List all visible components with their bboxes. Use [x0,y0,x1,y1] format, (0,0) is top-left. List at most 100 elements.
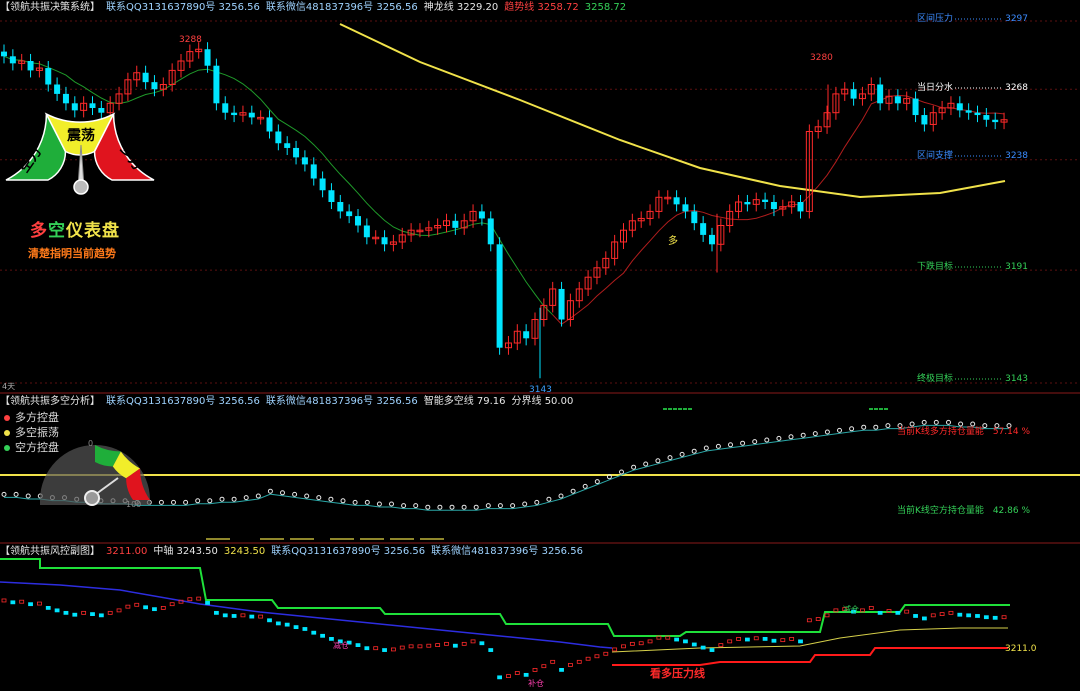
mini-candle [700,645,706,650]
mini-candle [559,668,564,672]
mini-candle [399,645,405,650]
mini-candle [125,604,131,609]
signal-mark [688,408,692,410]
smart-dot [667,455,673,461]
candle-body [248,112,255,118]
candle-body [974,112,981,116]
signal-mark [673,408,677,410]
mini-candle [187,597,193,602]
candle-body [310,164,317,179]
mini-candle [594,654,600,659]
header-item: 智能多空线 79.16 [423,396,506,407]
gauge-title: 多空仪表盘 [30,216,120,241]
smart-dot [328,496,334,502]
candle-body [523,331,530,339]
mini-candle [320,633,326,638]
mini-candle [497,675,503,680]
candle-body [301,157,308,165]
smart-dot [292,491,298,497]
mini-candle [762,637,768,641]
mini-candle [63,610,69,615]
mini-candle [205,601,210,605]
mini-candle [718,643,724,647]
mini-candle [506,674,511,678]
mini-candle [709,648,715,652]
smart-dot [946,419,951,425]
mini-candle [196,596,202,601]
mini-candle [532,668,538,672]
smart-dot [413,503,419,509]
panel3-header: 【领航共振风控副图】 3211.00 中轴 3243.50 3243.50 联系QQ31… [0,545,589,558]
smart-dot [389,501,394,507]
smart-dot [497,503,503,509]
smart-dot [546,496,552,502]
smart-dot [461,504,467,510]
mini-candle [992,615,998,620]
gauge-subtitle: 清楚指明当前趋势 [28,247,116,260]
smart-dot [183,499,189,505]
header-item[interactable]: 【领航共振风控副图】 [0,546,100,557]
mini-candle [691,642,697,647]
trend-line [552,94,1005,325]
header-item[interactable]: 【领航共振决策系统】 [0,2,100,13]
mini-candle [37,601,42,606]
long-ma-line [339,23,1006,199]
candle-body [992,119,999,123]
candle-body [151,82,158,90]
mini-candle [408,644,414,649]
candle-body [894,96,901,104]
smart-dot [909,421,915,427]
header-item: 3211.00 [106,546,148,557]
gauge-title-b: 空 [48,221,66,241]
smart-dot [401,503,407,509]
panel2-header: 【领航共振多空分析】 联系QQ3131637890号 3256.56 联系微信481… [0,395,579,408]
level-value: 3143 [1005,374,1028,384]
smart-dot [473,504,479,510]
legend-label: 多空振荡 [15,426,59,439]
reduce-label: 减仓 [333,640,349,650]
smart-dot [812,431,818,437]
panel1-header: 【领航共振决策系统】 联系QQ3131637890号 3256.56 联系微信481… [0,1,632,14]
candle-body [452,220,459,228]
smart-dot [13,491,19,497]
mini-candle [258,614,264,619]
signal-mark [663,408,667,410]
header-item[interactable]: 【领航共振多空分析】 [0,396,100,407]
signal-mark [206,538,230,540]
smart-dot [364,499,370,505]
header-item: 神龙线 3229.20 [423,2,499,13]
level-value: 3268 [1005,83,1028,93]
legend-dot-icon [4,415,10,421]
high-label: 3288 [179,35,202,45]
legend-item: 空方控盘 [4,440,59,455]
smart-dot [861,424,867,430]
smart-dot [594,479,600,485]
candle-body [381,237,388,245]
mini-candle [28,602,33,607]
mini-candle [576,659,582,664]
mini-candle [45,606,51,610]
smart-dot [655,458,661,464]
mini-candle [780,638,786,643]
smart-dot [703,445,709,451]
mini-candle [550,659,556,664]
mini-candle [514,671,520,675]
mini-candle [585,656,591,661]
candle-body [346,211,353,217]
signal-mark [678,408,682,410]
smart-dot [776,435,782,441]
mini-candle [895,610,901,615]
candle-body [877,84,884,104]
smart-dot [267,488,273,494]
mini-candle [461,641,467,646]
candle-body [293,147,300,158]
candle-body [337,202,344,212]
smart-dot [933,419,939,425]
mini-candle [284,622,290,627]
smart-dot [1,491,7,497]
mini-candle [426,643,432,648]
smart-dot [219,496,225,502]
mini-candle [815,617,821,621]
header-item: 联系微信481837396号 3256.56 [265,396,418,407]
smart-dot [788,434,794,440]
